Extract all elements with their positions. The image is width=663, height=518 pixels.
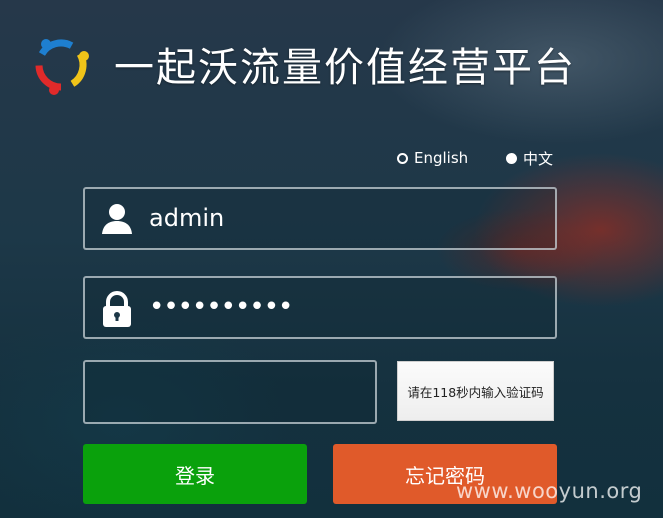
watermark: www.wooyun.org (456, 479, 643, 503)
username-input[interactable]: admin (149, 189, 224, 248)
language-chinese-label: 中文 (523, 149, 554, 168)
radio-selected-icon[interactable] (506, 152, 517, 164)
captcha-button[interactable]: 请在118秒内输入验证码 (397, 361, 554, 421)
lock-icon (99, 290, 135, 328)
radio-unselected-icon[interactable] (397, 152, 408, 164)
login-button[interactable]: 登录 (83, 444, 307, 504)
language-option-chinese[interactable]: 中文 (506, 148, 553, 168)
page-title: 一起沃流量价值经营平台 (114, 45, 576, 91)
captcha-input[interactable] (83, 360, 377, 424)
platform-logo-icon (30, 34, 92, 96)
language-english-label: English (414, 149, 469, 167)
language-option-english[interactable]: English (397, 148, 468, 168)
user-icon (99, 201, 135, 239)
password-input[interactable]: •••••••••• (149, 278, 293, 337)
password-field[interactable]: •••••••••• (83, 276, 557, 339)
username-field[interactable]: admin (83, 187, 557, 250)
